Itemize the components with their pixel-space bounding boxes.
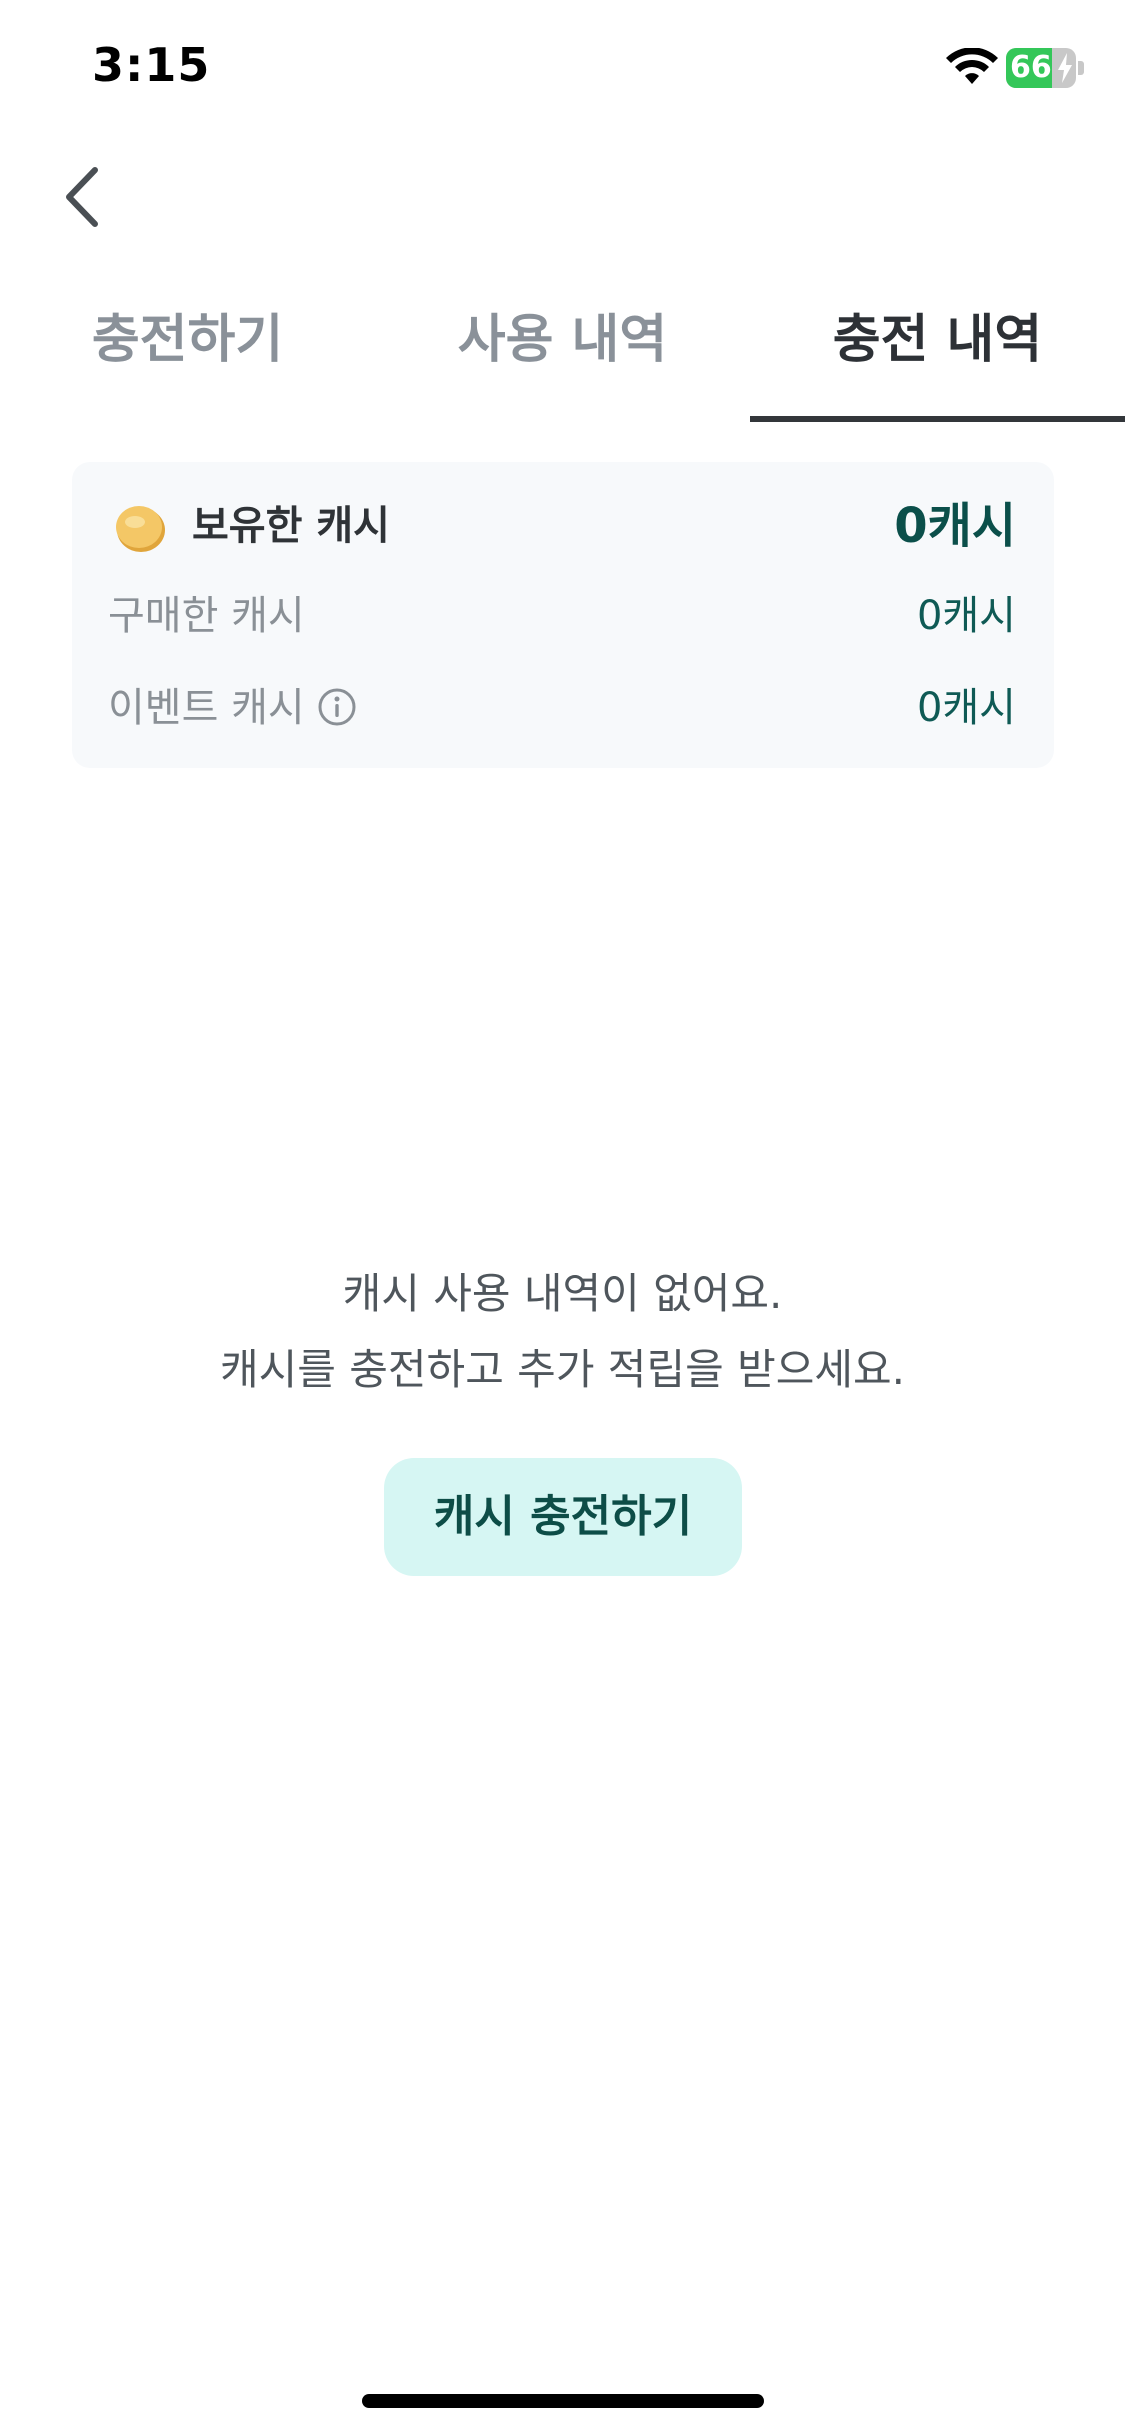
purchased-cash-label: 구매한 캐시 (108, 593, 305, 639)
battery-body: 66 (1006, 48, 1076, 88)
battery-indicator: 66 (1006, 48, 1084, 88)
active-tab-indicator (750, 416, 1125, 422)
back-button[interactable] (55, 160, 115, 234)
chevron-left-icon (66, 167, 98, 227)
tab-usage-history[interactable]: 사용 내역 (375, 300, 750, 420)
wifi-icon (946, 48, 998, 84)
empty-state-hint: 캐시를 충전하고 추가 적립을 받으세요. (220, 1345, 905, 1394)
owned-cash-value: 0캐시 (894, 498, 1016, 554)
tab-charge-history[interactable]: 충전 내역 (750, 300, 1125, 420)
empty-state-message: 캐시 사용 내역이 없어요. (342, 1269, 783, 1318)
tab-bar: 충전하기 사용 내역 충전 내역 (0, 300, 1125, 424)
status-time: 3:15 (92, 38, 211, 92)
event-cash-label: 이벤트 캐시 (108, 685, 305, 731)
battery-level: 66 (1010, 50, 1052, 85)
event-cash-row-label: 이벤트 캐시 (108, 680, 357, 736)
purchased-cash-value: 0캐시 (916, 593, 1016, 639)
bolt-icon (1058, 53, 1072, 83)
cash-summary-card: 보유한 캐시 0캐시 구매한 캐시 0캐시 이벤트 캐시 0캐시 (72, 462, 1054, 768)
event-cash-value: 0캐시 (916, 685, 1016, 731)
coin-icon (116, 506, 165, 552)
info-icon[interactable] (317, 687, 357, 727)
battery-cap (1078, 61, 1084, 75)
owned-cash-label: 보유한 캐시 (192, 503, 390, 549)
charge-cash-button[interactable]: 캐시 충전하기 (384, 1458, 742, 1576)
tab-charge[interactable]: 충전하기 (0, 300, 375, 420)
screen: 3:15 66 충전하기 사용 내역 충전 내역 보유한 캐시 0캐시 구매한 … (0, 0, 1125, 2436)
home-indicator[interactable] (362, 2394, 764, 2408)
